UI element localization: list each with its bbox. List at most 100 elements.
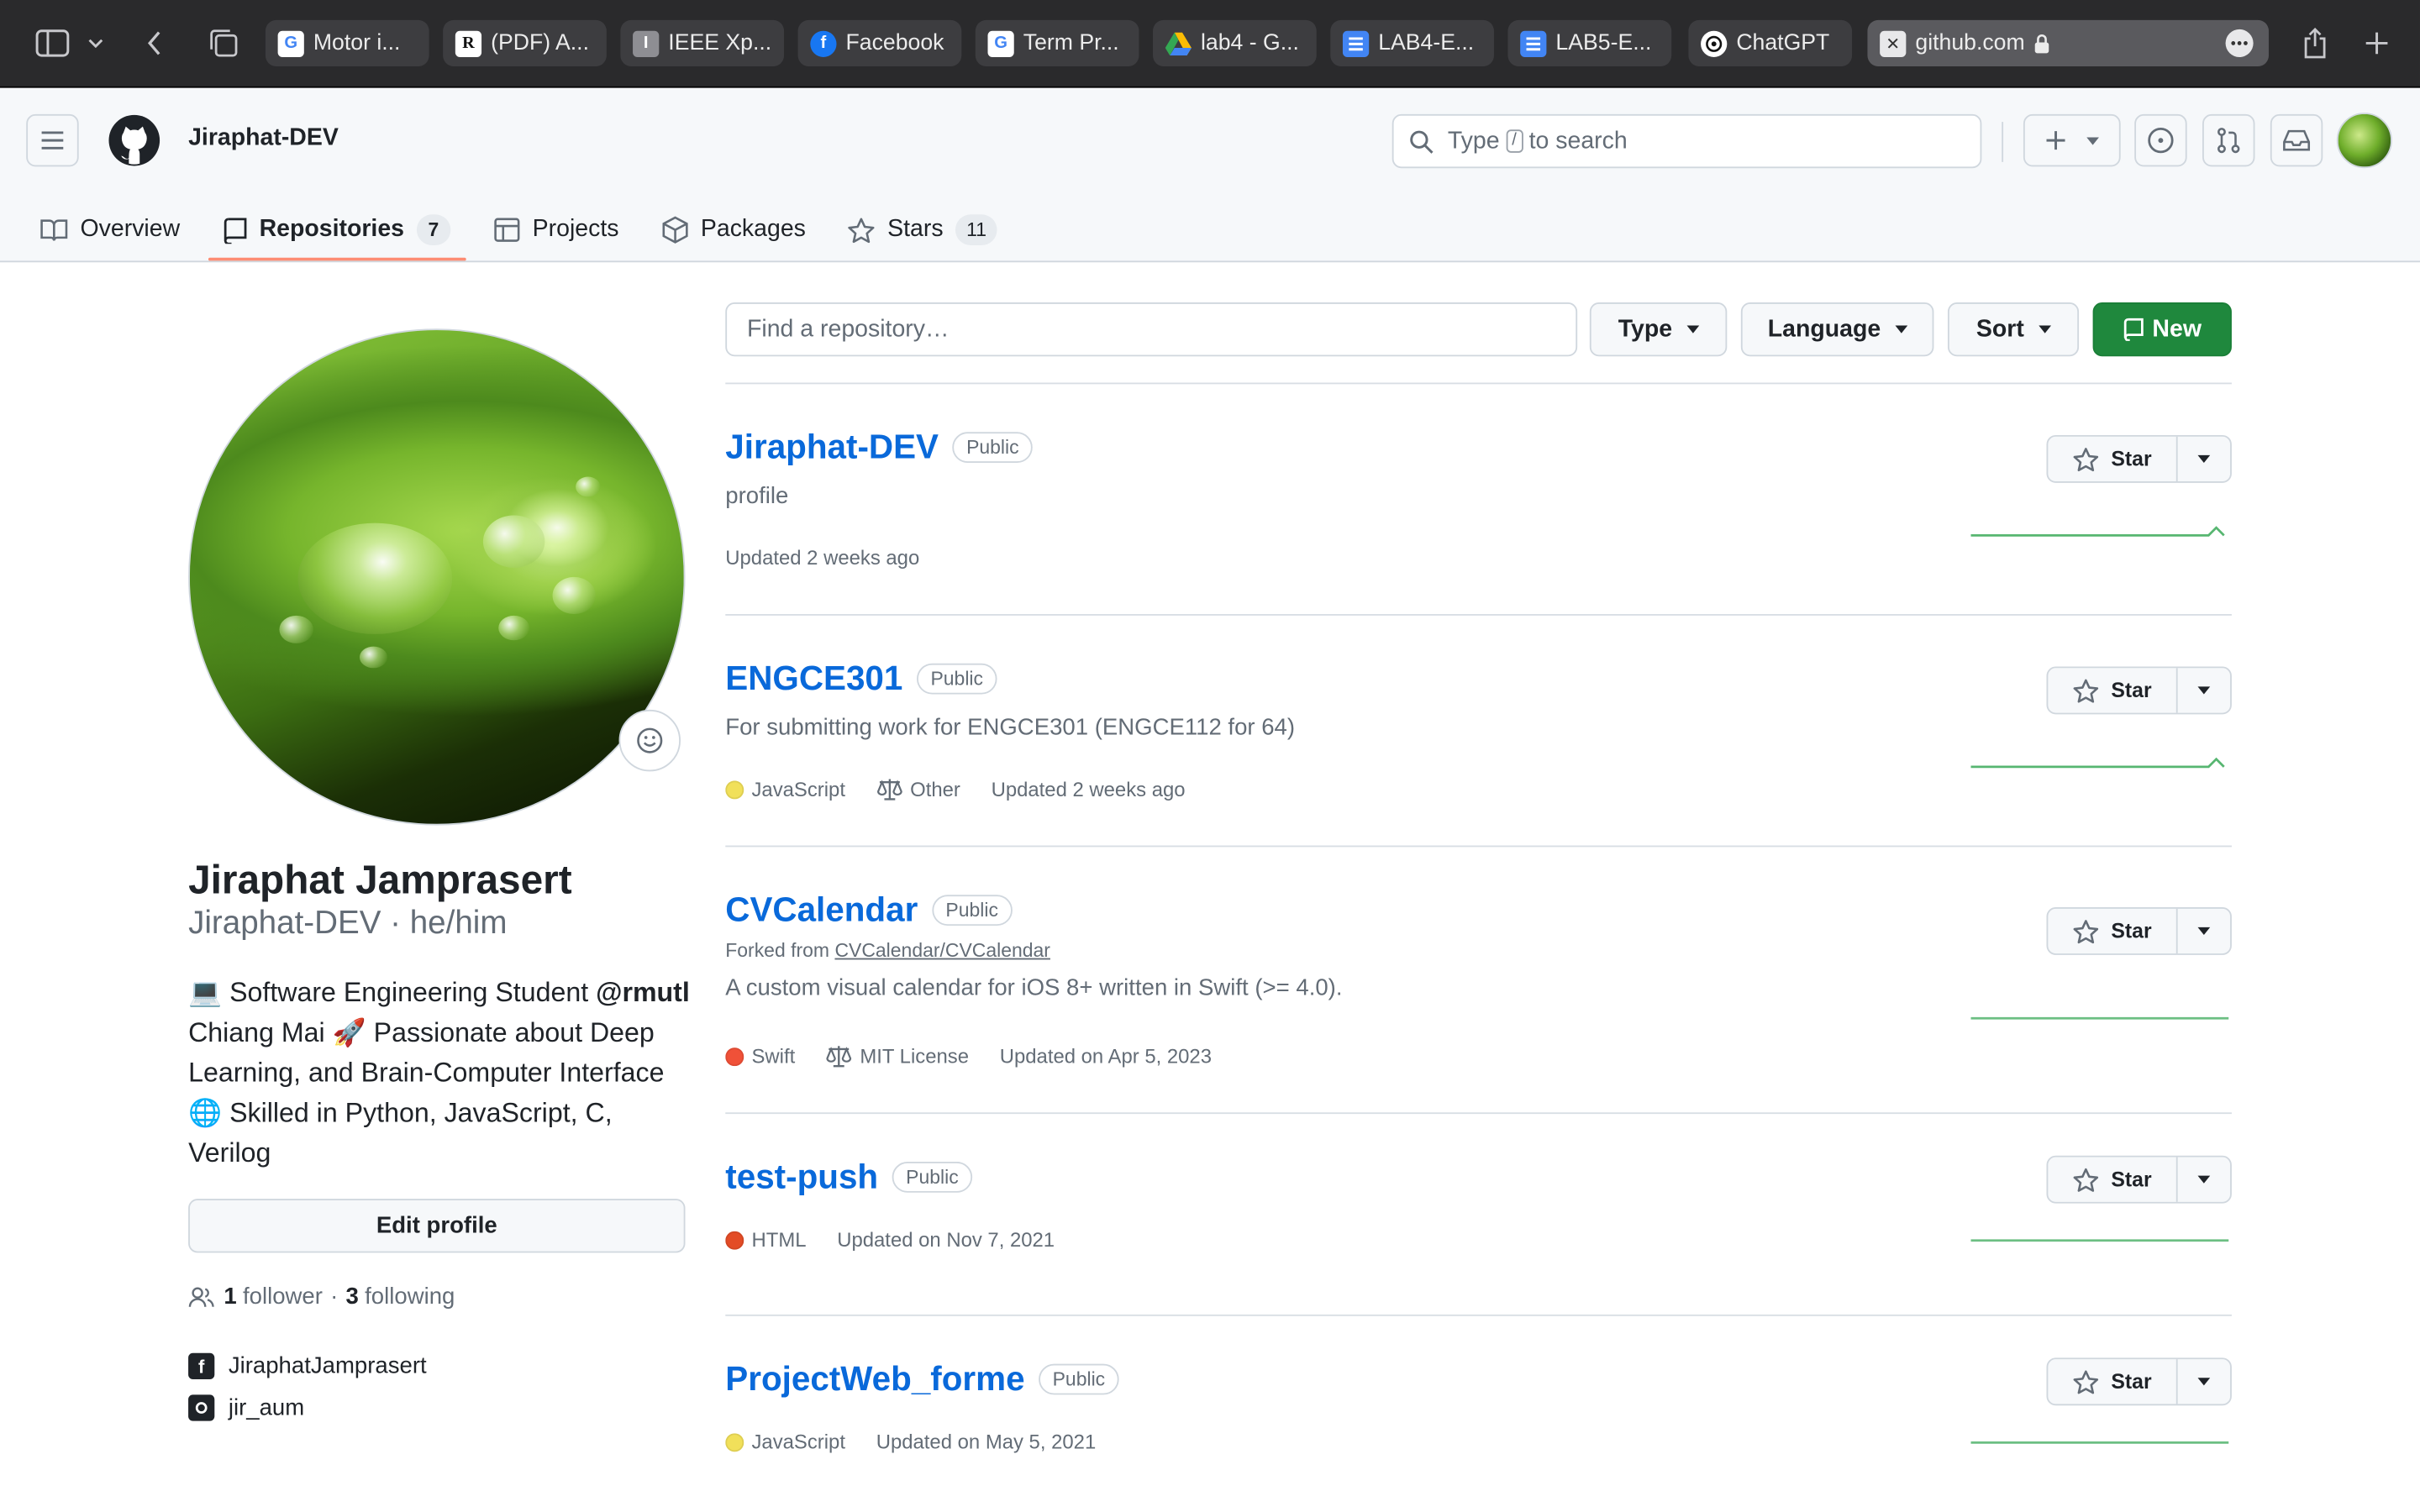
followers-link[interactable]: 1 follower — [224, 1284, 323, 1310]
pull-requests-button[interactable] — [2202, 113, 2255, 167]
star-list-dropdown[interactable] — [2178, 1359, 2230, 1404]
repo-name-link[interactable]: test-push — [725, 1158, 878, 1198]
tab-repositories[interactable]: Repositories 7 — [224, 197, 451, 262]
social-instagram[interactable]: jir_aum — [188, 1394, 304, 1421]
browser-tab[interactable]: I IEEE Xp... — [620, 19, 785, 66]
browser-tab[interactable]: R (PDF) A... — [443, 19, 607, 66]
tab-packages[interactable]: Packages — [662, 197, 806, 262]
browser-tab[interactable]: ChatGPT — [1688, 19, 1853, 66]
instagram-handle[interactable]: jir_aum — [229, 1394, 304, 1420]
book-icon — [40, 218, 68, 242]
visibility-badge: Public — [1039, 1363, 1119, 1395]
google-icon: G — [987, 29, 1014, 57]
sidebar-toggle-icon[interactable] — [31, 22, 74, 65]
language-name: JavaScript — [751, 1430, 845, 1454]
repo-language: Swift — [725, 1044, 795, 1068]
browser-tab[interactable]: G Motor i... — [265, 19, 429, 66]
close-icon[interactable]: ✕ — [1880, 29, 1907, 57]
laptop-icon: 💻 — [188, 976, 223, 1008]
menu-button[interactable] — [26, 113, 79, 167]
find-repository-input[interactable]: Find a repository… — [725, 302, 1578, 357]
repo-name-link[interactable]: CVCalendar — [725, 890, 918, 931]
tab-overview[interactable]: Overview — [40, 197, 180, 262]
tab-selected-indicator — [208, 257, 466, 261]
activity-sparkline — [1970, 1239, 2229, 1242]
type-filter-button[interactable]: Type — [1589, 302, 1728, 357]
create-new-button[interactable] — [2023, 113, 2121, 167]
profile-avatar[interactable] — [188, 328, 686, 826]
browser-tab[interactable]: lab4 - G... — [1153, 19, 1317, 66]
facebook-handle[interactable]: JiraphatJamprasert — [229, 1353, 427, 1379]
tab-projects[interactable]: Projects — [494, 197, 619, 262]
following-link[interactable]: 3 following — [345, 1284, 455, 1310]
rocket-icon: 🚀 — [332, 1016, 366, 1048]
star-button[interactable]: Star — [2048, 1157, 2178, 1202]
google-docs-icon — [1342, 29, 1370, 57]
bio-mention-link[interactable]: @rmutl — [596, 977, 690, 1008]
tab-overview-icon[interactable] — [203, 22, 245, 65]
repo-name-link[interactable]: ENGCE301 — [725, 659, 902, 699]
following-label: following — [365, 1284, 455, 1310]
tab-stars[interactable]: Stars 11 — [847, 197, 997, 262]
share-icon[interactable] — [2293, 22, 2336, 65]
repo-language: JavaScript — [725, 1430, 845, 1454]
tab-label: Repositories — [259, 216, 405, 243]
browser-tab[interactable]: LAB5-E... — [1507, 19, 1672, 66]
user-avatar[interactable] — [2336, 113, 2392, 169]
browser-tab[interactable]: f Facebook — [797, 19, 962, 66]
new-tab-icon[interactable] — [2355, 22, 2398, 65]
chevron-down-icon — [2197, 927, 2211, 936]
search-icon — [1409, 129, 1434, 153]
browser-tab[interactable]: G Term Pr... — [975, 19, 1139, 66]
forked-prefix: Forked from — [725, 939, 830, 962]
browser-tab[interactable]: LAB4-E... — [1330, 19, 1494, 66]
social-facebook[interactable]: f JiraphatJamprasert — [188, 1352, 427, 1380]
star-button[interactable]: Star — [2048, 908, 2178, 954]
google-docs-icon — [1520, 29, 1547, 57]
search-input[interactable]: Type / to search — [1392, 113, 1982, 169]
forked-from-link[interactable]: CVCalendar/CVCalendar — [834, 940, 1050, 962]
address-url[interactable]: github.com — [1915, 31, 2024, 55]
star-button[interactable]: Star — [2048, 1359, 2178, 1404]
following-count: 3 — [345, 1284, 359, 1310]
browser-tab-active[interactable]: ✕ github.com — [1867, 19, 2269, 66]
people-icon — [188, 1286, 214, 1308]
tab-label: Packages — [700, 216, 806, 243]
browser-tab-label: Motor i... — [313, 30, 401, 56]
star-button[interactable]: Star — [2048, 436, 2178, 482]
header-username[interactable]: Jiraphat-DEV — [188, 125, 339, 153]
set-status-button[interactable] — [618, 709, 681, 772]
forked-from: Forked from CVCalendar/CVCalendar — [725, 940, 2232, 962]
new-repository-button[interactable]: New — [2092, 302, 2232, 357]
star-list-dropdown[interactable] — [2178, 909, 2230, 953]
star-button[interactable]: Star — [2048, 668, 2178, 713]
language-color-dot — [725, 780, 744, 799]
updated-time: Updated on Nov 7, 2021 — [837, 1228, 1055, 1252]
divider — [2002, 122, 2004, 162]
more-options-icon[interactable] — [2225, 29, 2254, 57]
chevron-down-icon[interactable] — [81, 22, 112, 65]
button-label: New — [2152, 315, 2202, 342]
browser-tab-label: IEEE Xp... — [668, 30, 772, 56]
updated-time: Updated on Apr 5, 2023 — [999, 1044, 1213, 1068]
sort-button[interactable]: Sort — [1947, 302, 2080, 357]
star-button-group: Star — [2046, 1357, 2232, 1406]
repo-name-link[interactable]: ProjectWeb_forme — [725, 1359, 1024, 1399]
star-list-dropdown[interactable] — [2178, 437, 2230, 481]
issues-button[interactable] — [2134, 113, 2187, 167]
button-label: Type — [1618, 315, 1673, 342]
star-list-dropdown[interactable] — [2178, 1158, 2230, 1202]
language-filter-button[interactable]: Language — [1740, 302, 1934, 357]
back-icon[interactable] — [133, 22, 176, 65]
browser-tab-label: Facebook — [845, 30, 944, 56]
chevron-down-icon — [2197, 1175, 2211, 1184]
bio-text: Software Engineering Student — [229, 976, 589, 1008]
activity-sparkline — [1970, 1441, 2229, 1444]
star-list-dropdown[interactable] — [2178, 668, 2230, 712]
repo-meta: JavaScript Other Updated 2 weeks ago — [725, 778, 1216, 801]
repo-name-link[interactable]: Jiraphat-DEV — [725, 428, 939, 468]
visibility-badge: Public — [952, 432, 1034, 464]
github-logo-icon[interactable] — [108, 114, 160, 166]
inbox-button[interactable] — [2270, 113, 2323, 167]
edit-profile-button[interactable]: Edit profile — [188, 1199, 686, 1253]
